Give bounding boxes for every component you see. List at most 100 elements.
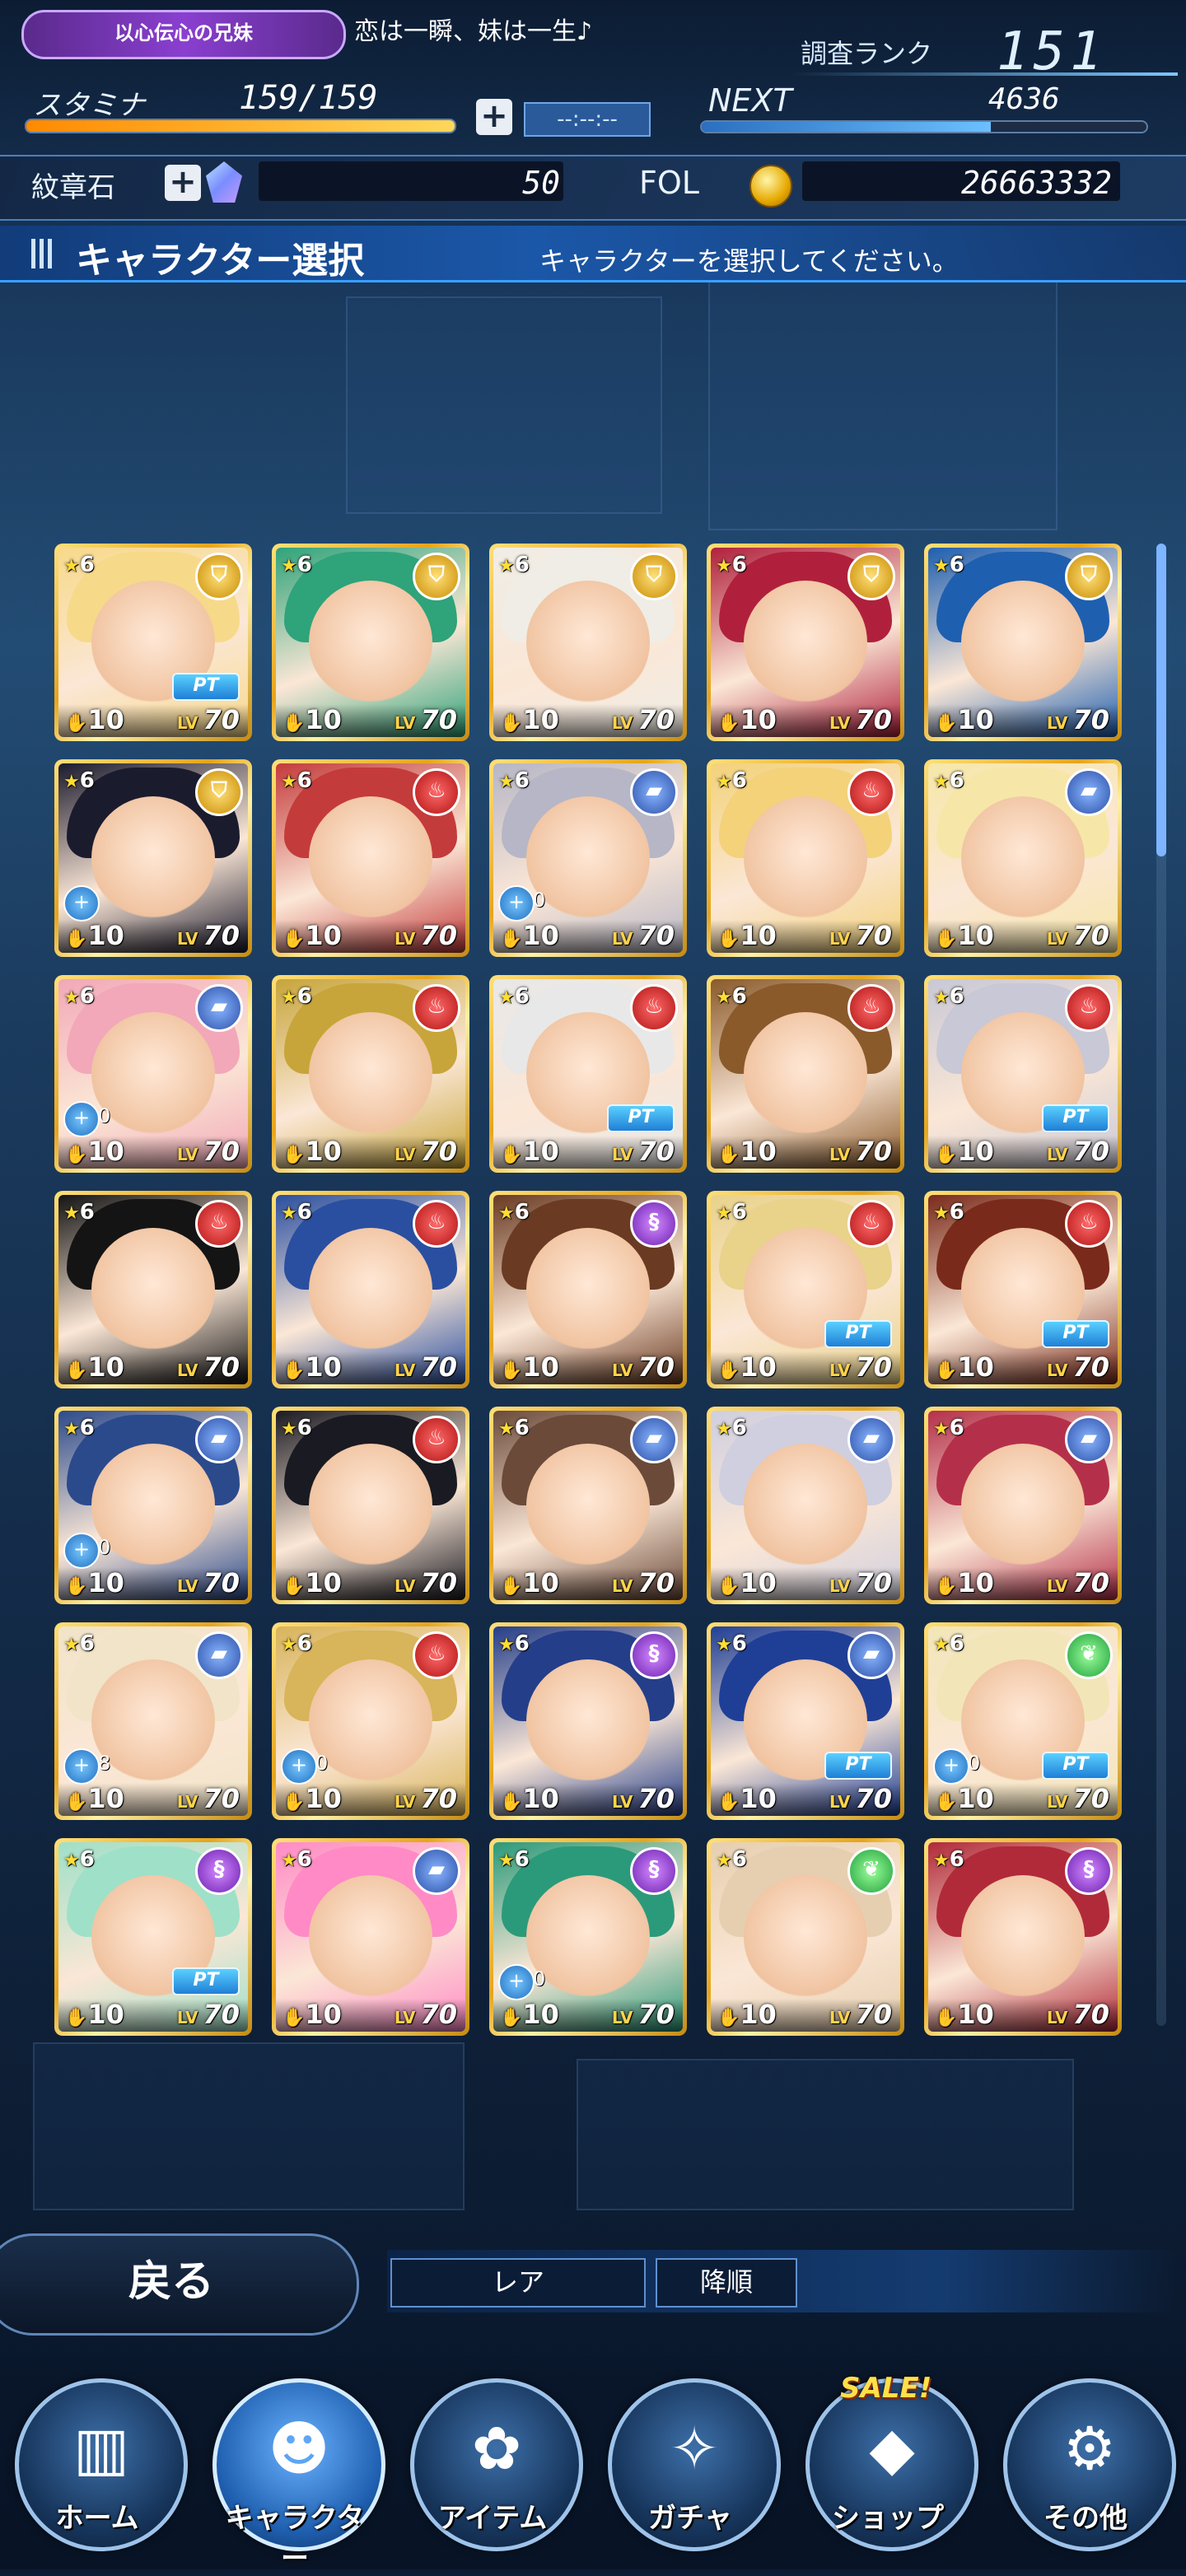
rarity-value: 6 (79, 1200, 95, 1225)
limit-break-icon: + (63, 885, 100, 922)
limit-level: ✋10 (500, 1783, 559, 1814)
character-card[interactable]: ★6 ▰ ✋10 LV 70 (924, 1407, 1122, 1604)
character-level: LV 70 (829, 704, 892, 735)
limit-level: ✋10 (500, 1999, 559, 2030)
stamina-add-button[interactable]: + (476, 99, 512, 135)
pt-badge: PT (607, 1104, 675, 1132)
blue-attribute-icon: ▰ (847, 1631, 895, 1679)
rarity-value: 6 (514, 984, 530, 1009)
character-card[interactable]: ★6 ⛉ ✋10 LV 70 (924, 544, 1122, 741)
scrollbar-thumb[interactable] (1156, 544, 1166, 856)
character-card[interactable]: ★6 ⛉ ✋10 LV 70 (707, 544, 904, 741)
character-card[interactable]: ★6 ♨ PT ✋10 LV 70 (707, 1191, 904, 1388)
character-card[interactable]: ★6 ♨ ✋10 LV 70 (707, 975, 904, 1173)
character-card[interactable]: ★6 ♨ ✋10 LV 70 (272, 975, 469, 1173)
gem-value: 50 (522, 165, 560, 201)
rarity-value: 6 (296, 1847, 312, 1872)
character-card[interactable]: ★6 ♨ ✋10 LV 70 (707, 759, 904, 957)
character-card[interactable]: ★6 ♨ PT ✋10 LV 70 (924, 975, 1122, 1173)
character-card[interactable]: ★6 ❦ PT +0 ✋10 LV 70 (924, 1622, 1122, 1820)
character-card[interactable]: ★6 ▰ ✋10 LV 70 (489, 1407, 687, 1604)
hand-icon: ✋ (500, 2008, 523, 2028)
rarity-value: 6 (731, 768, 747, 793)
gem-add-button[interactable]: + (165, 165, 201, 201)
character-face (744, 1444, 867, 1567)
rarity-badge: ★6 (281, 1631, 329, 1656)
limit-level: ✋10 (65, 1351, 124, 1383)
rarity-badge: ★6 (63, 1631, 111, 1656)
character-portrait: ★6 ♨ ✋10 LV 70 (276, 1195, 465, 1384)
character-card[interactable]: ★6 § ✋10 LV 70 (489, 1191, 687, 1388)
character-card[interactable]: ★6 ⛉ ✋10 LV 70 (489, 544, 687, 741)
title-badge[interactable]: 以心伝心の兄妹 (21, 10, 346, 59)
rarity-badge: ★6 (498, 1847, 546, 1872)
character-level: LV 70 (395, 704, 457, 735)
character-portrait: ★6 ⛉ PT ✋10 LV 70 (58, 548, 248, 737)
hand-icon: ✋ (935, 713, 958, 734)
limit-level: ✋10 (935, 1567, 994, 1598)
character-level: LV 70 (612, 1136, 675, 1167)
character-card[interactable]: ★6 ▰ ✋10 LV 70 (924, 759, 1122, 957)
rarity-badge: ★6 (716, 984, 763, 1009)
character-card[interactable]: ★6 ▰ ✋10 LV 70 (707, 1407, 904, 1604)
character-card[interactable]: ★6 ♨ ✋10 LV 70 (272, 1407, 469, 1604)
rarity-value: 6 (949, 768, 964, 793)
character-card[interactable]: ★6 ⛉ PT ✋10 LV 70 (54, 544, 252, 741)
limit-level: ✋10 (282, 920, 342, 951)
character-card[interactable]: ★6 § PT ✋10 LV 70 (54, 1838, 252, 2036)
character-card[interactable]: ★6 § ✋10 LV 70 (924, 1838, 1122, 2036)
character-card[interactable]: ★6 ▰ ✋10 LV 70 (272, 1838, 469, 2036)
hand-icon: ✋ (935, 2008, 958, 2028)
character-card[interactable]: ★6 ▰ +0 ✋10 LV 70 (489, 759, 687, 957)
character-card[interactable]: ★6 ♨ +0 ✋10 LV 70 (272, 1622, 469, 1820)
character-card[interactable]: ★6 ♨ ✋10 LV 70 (272, 759, 469, 957)
hand-icon: ✋ (65, 713, 88, 734)
sort-type-button[interactable]: レア (390, 2258, 646, 2308)
star-icon: ★ (498, 772, 515, 792)
rarity-value: 6 (949, 1631, 964, 1656)
character-face (309, 1875, 432, 1999)
character-card[interactable]: ★6 ▰ +8 ✋10 LV 70 (54, 1622, 252, 1820)
character-card[interactable]: ★6 ▰ PT ✋10 LV 70 (707, 1622, 904, 1820)
hand-icon: ✋ (282, 1576, 306, 1597)
limit-level: ✋10 (282, 704, 342, 735)
character-card[interactable]: ★6 ▰ +0 ✋10 LV 70 (54, 975, 252, 1173)
character-card[interactable]: ★6 ⛉ + ✋10 LV 70 (54, 759, 252, 957)
lv-label: LV (829, 2008, 851, 2028)
limit-level-value: 10 (305, 1783, 342, 1814)
character-card[interactable]: ★6 § ✋10 LV 70 (489, 1622, 687, 1820)
character-card[interactable]: ★6 ♨ PT ✋10 LV 70 (924, 1191, 1122, 1388)
character-portrait: ★6 ♨ ✋10 LV 70 (276, 763, 465, 953)
red-attribute-icon: ♨ (1065, 984, 1113, 1032)
rarity-badge: ★6 (933, 553, 981, 577)
rarity-badge: ★6 (498, 1200, 546, 1225)
character-card[interactable]: ★6 ▰ +0 ✋10 LV 70 (54, 1407, 252, 1604)
character-level: LV 70 (612, 1351, 675, 1383)
hand-icon: ✋ (65, 929, 88, 950)
back-button[interactable]: 戻る (0, 2233, 359, 2336)
hand-icon: ✋ (935, 1576, 958, 1597)
character-card[interactable]: ★6 ♨ PT ✋10 LV 70 (489, 975, 687, 1173)
character-face (309, 1012, 432, 1136)
character-card[interactable]: ★6 § +0 ✋10 LV 70 (489, 1838, 687, 2036)
rarity-badge: ★6 (716, 1631, 763, 1656)
pt-badge: PT (1042, 1104, 1109, 1132)
character-face (526, 1659, 650, 1783)
limit-level-value: 10 (957, 1567, 994, 1598)
character-portrait: ★6 ▰ PT ✋10 LV 70 (711, 1626, 900, 1816)
sort-order-button[interactable]: 降順 (656, 2258, 797, 2308)
purple-attribute-icon: § (630, 1631, 678, 1679)
rarity-badge: ★6 (933, 768, 981, 793)
blue-attribute-icon: ▰ (195, 984, 243, 1032)
character-card[interactable]: ★6 ♨ ✋10 LV 70 (272, 1191, 469, 1388)
character-card[interactable]: ★6 ⛉ ✋10 LV 70 (272, 544, 469, 741)
lv-label: LV (612, 1576, 633, 1596)
lv-value: 70 (637, 1783, 675, 1814)
red-attribute-icon: ♨ (195, 1200, 243, 1248)
rarity-value: 6 (296, 1416, 312, 1440)
hand-icon: ✋ (500, 713, 523, 734)
character-card[interactable]: ★6 ❦ ✋10 LV 70 (707, 1838, 904, 2036)
lv-label: LV (1047, 713, 1068, 733)
lv-label: LV (1047, 1576, 1068, 1596)
character-card[interactable]: ★6 ♨ ✋10 LV 70 (54, 1191, 252, 1388)
